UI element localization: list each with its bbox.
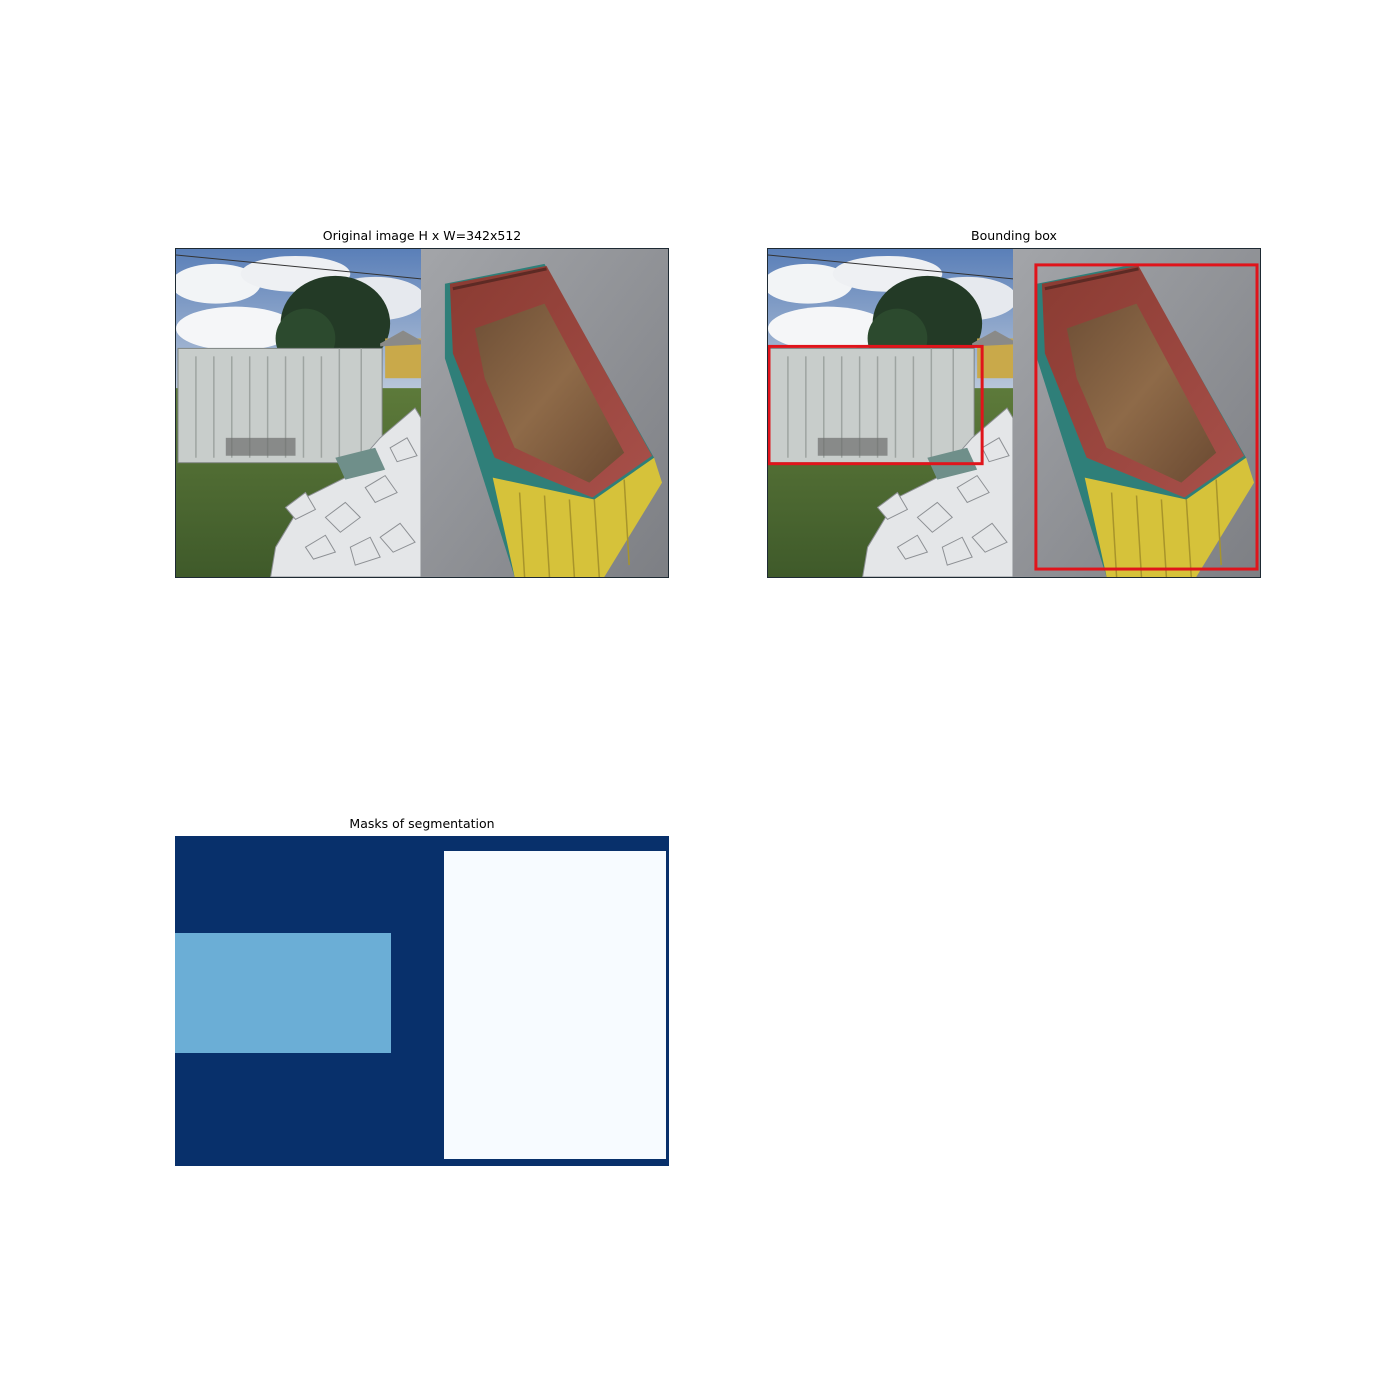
masks-panel: [175, 836, 669, 1166]
original-image: [176, 249, 668, 577]
mask-object-2: [444, 851, 666, 1159]
masks-title: Masks of segmentation: [349, 816, 495, 831]
mask-object-1: [175, 933, 391, 1053]
original-image-panel: [175, 248, 669, 578]
bounding-box-image: [768, 249, 1260, 577]
bounding-box-panel: [767, 248, 1261, 578]
bounding-box-title: Bounding box: [971, 228, 1057, 243]
mask-image: [175, 836, 669, 1166]
original-image-title: Original image H x W=342x512: [322, 228, 522, 243]
